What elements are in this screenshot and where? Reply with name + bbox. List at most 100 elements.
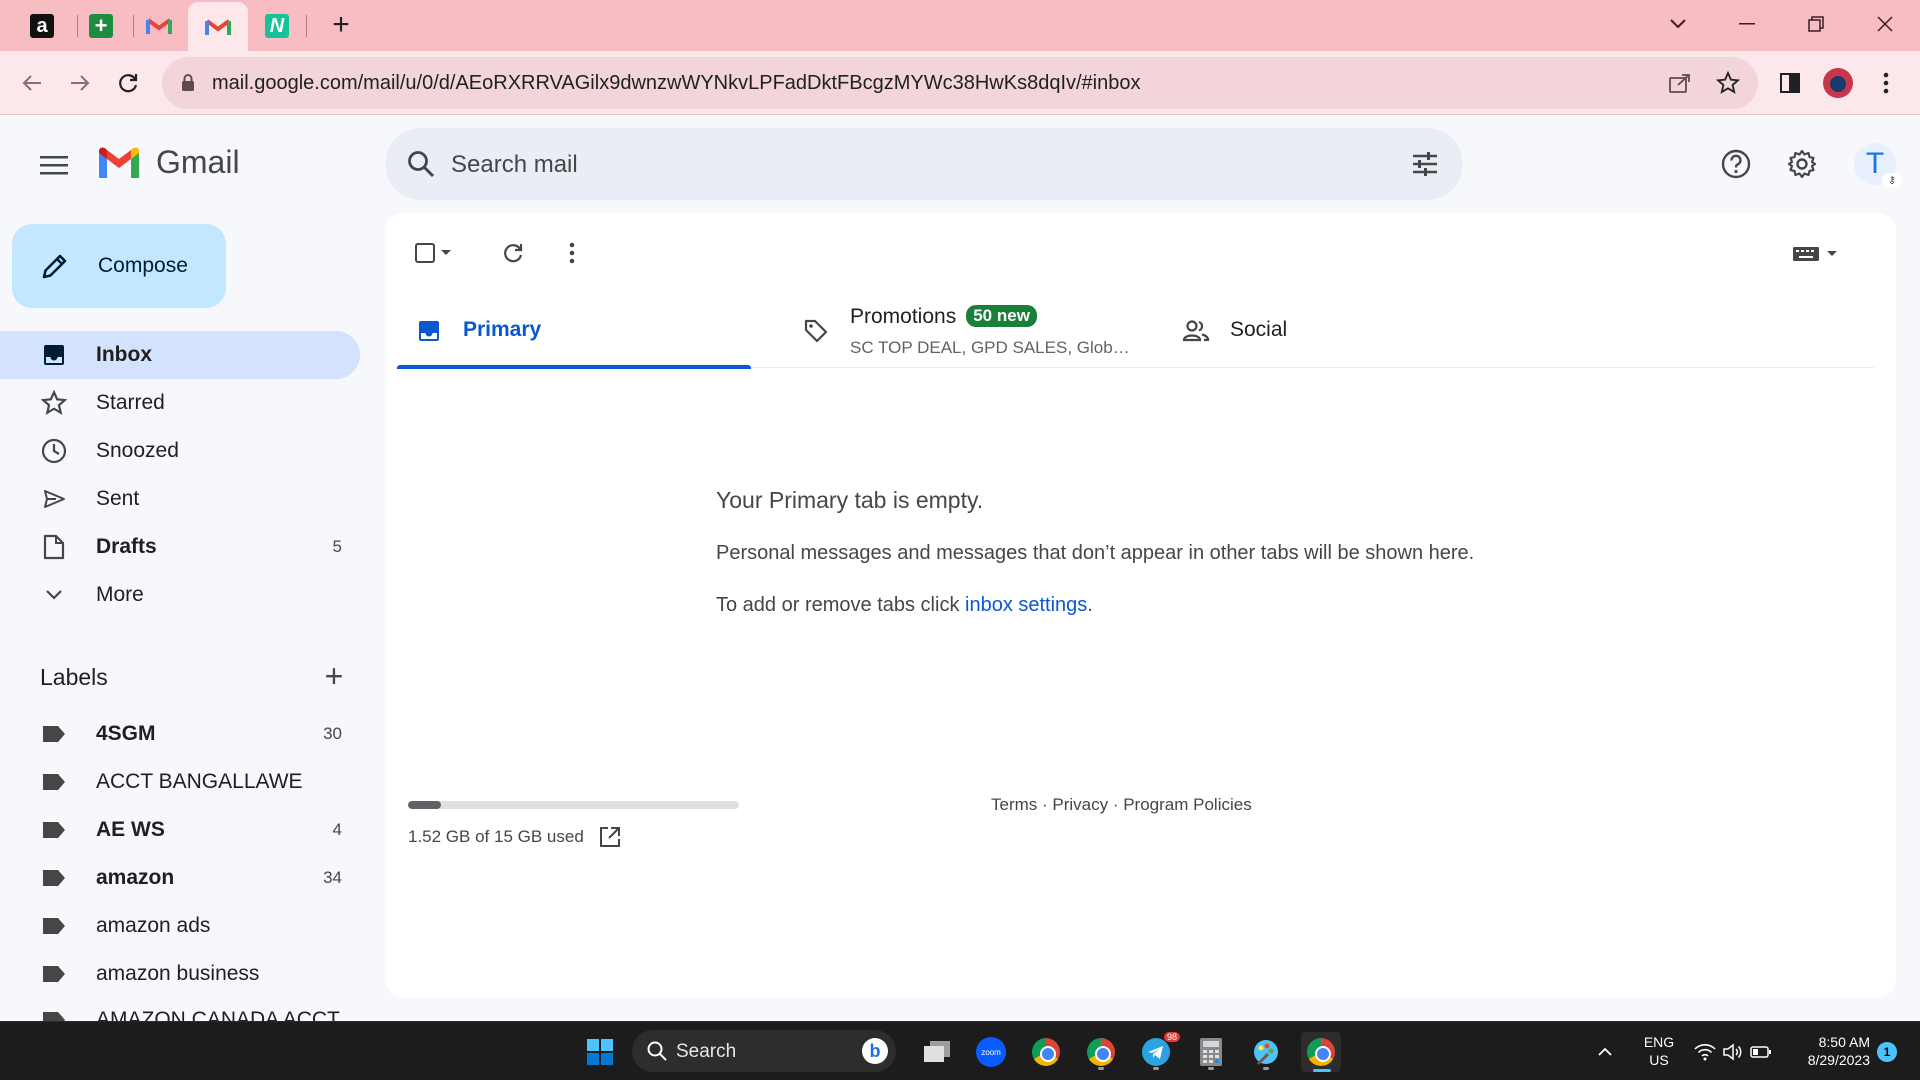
start-button[interactable]	[580, 1032, 620, 1072]
sidebar-item-sent[interactable]: Sent	[0, 475, 360, 523]
select-dropdown[interactable]	[433, 233, 459, 273]
side-panel-button[interactable]	[1772, 65, 1808, 101]
search-icon	[647, 1041, 667, 1061]
sidebar-item-drafts[interactable]: Drafts 5	[0, 523, 360, 571]
taskbar-telegram[interactable]: 98	[1136, 1032, 1180, 1072]
reload-button[interactable]	[110, 65, 146, 101]
browser-tab-grammarly[interactable]: N	[249, 4, 305, 48]
url-text: mail.google.com/mail/u/0/d/AEoRXRRVAGilx…	[212, 72, 1141, 94]
profile-button[interactable]	[1820, 65, 1856, 101]
notification-center-button[interactable]: 1	[1872, 1032, 1902, 1072]
clock[interactable]: 8:50 AM 8/29/2023	[1790, 1033, 1870, 1069]
sidebar-label-amazon-business[interactable]: amazon business	[0, 950, 360, 998]
gmail-logo[interactable]: Gmail	[96, 144, 240, 181]
help-icon	[1721, 149, 1751, 179]
storage-usage-text: 1.52 GB of 15 GB used	[408, 827, 584, 846]
sidebar-item-label: More	[96, 583, 144, 606]
tab-search-button[interactable]	[1656, 6, 1700, 42]
label-icon	[40, 816, 68, 844]
taskbar-paint[interactable]	[1246, 1032, 1286, 1072]
bookmark-button[interactable]	[1714, 69, 1742, 97]
more-vert-icon	[569, 242, 575, 264]
system-tray-status[interactable]	[1688, 1032, 1778, 1072]
sidebar-item-starred[interactable]: Starred	[0, 379, 360, 427]
taskbar-search[interactable]: Search b	[632, 1030, 896, 1072]
sidebar-item-label: amazon business	[96, 962, 260, 985]
sidebar-label-4sgm[interactable]: 4SGM 30	[0, 710, 360, 758]
close-window-button[interactable]	[1863, 6, 1907, 42]
taskbar-calculator[interactable]	[1191, 1032, 1231, 1072]
browser-tab-sheets[interactable]: +	[73, 4, 129, 48]
arrow-left-icon	[22, 75, 41, 91]
browser-menu-button[interactable]	[1868, 65, 1904, 101]
taskbar-chrome-profile[interactable]	[1081, 1032, 1121, 1072]
support-button[interactable]	[1712, 140, 1760, 188]
new-tab-button[interactable]: +	[325, 10, 357, 42]
taskbar-task-view[interactable]	[917, 1032, 957, 1072]
browser-tab-amazon[interactable]: a	[14, 4, 70, 48]
sidebar-label-amazon-ads[interactable]: amazon ads	[0, 902, 360, 950]
tab-promotions[interactable]: Promotions 50 new SC TOP DEAL, GPD SALES,…	[784, 293, 1144, 368]
taskbar-zoom[interactable]: zoom	[971, 1032, 1011, 1072]
clock-date: 8/29/2023	[1807, 1052, 1870, 1068]
sidebar-label-ae-ws[interactable]: AE WS 4	[0, 806, 360, 854]
input-tools-button[interactable]	[1785, 233, 1845, 273]
empty-title: Your Primary tab is empty.	[716, 487, 984, 513]
telegram-app-icon: 98	[1142, 1032, 1180, 1066]
tab-label: Primary	[463, 318, 542, 341]
main-menu-button[interactable]	[34, 145, 74, 185]
inbox-settings-link[interactable]: inbox settings	[965, 594, 1087, 616]
sidebar-item-label: Snoozed	[96, 439, 179, 462]
search-options-icon[interactable]	[1409, 148, 1441, 180]
tab-social[interactable]: Social	[1164, 293, 1524, 368]
tab-primary[interactable]: Primary	[397, 293, 751, 369]
compose-button[interactable]: Compose	[12, 224, 226, 308]
grammarly-favicon-icon: N	[265, 14, 289, 38]
empty-state: Your Primary tab is empty. Personal mess…	[716, 487, 1474, 616]
more-actions-button[interactable]	[552, 233, 592, 273]
sidebar-label-amazon[interactable]: amazon 34	[0, 854, 360, 902]
reload-icon	[119, 74, 138, 93]
footer-links[interactable]: Terms · Privacy · Program Policies	[991, 795, 1252, 815]
sidebar-label-acct-bangallawe[interactable]: ACCT BANGALLAWE	[0, 758, 360, 806]
settings-button[interactable]	[1778, 140, 1826, 188]
empty-hint-suffix: .	[1087, 594, 1093, 616]
calculator-icon	[1200, 1038, 1222, 1066]
running-indicator	[1208, 1067, 1214, 1070]
sidebar-item-snoozed[interactable]: Snoozed	[0, 427, 360, 475]
sidebar-item-more[interactable]: More	[0, 571, 360, 619]
task-view-icon	[924, 1041, 950, 1062]
show-hidden-icons-button[interactable]	[1590, 1032, 1620, 1072]
language-indicator[interactable]: ENG US	[1640, 1033, 1678, 1069]
share-page-button[interactable]	[1666, 69, 1694, 97]
refresh-button[interactable]	[493, 233, 533, 273]
sidebar-label-amazon-canada-acct[interactable]: AMAZON CANADA ACCT	[0, 998, 360, 1021]
minimize-button[interactable]	[1725, 6, 1769, 42]
address-bar[interactable]: mail.google.com/mail/u/0/d/AEoRXRRVAGilx…	[162, 57, 1758, 109]
unread-count: 5	[332, 537, 342, 556]
windows-taskbar: Search b zoom 98 ENG US 8:50 AM 8/29/202…	[0, 1021, 1920, 1080]
clock-time: 8:50 AM	[1818, 1034, 1870, 1050]
account-button[interactable]: T ⚷	[1851, 140, 1902, 188]
star-icon	[40, 389, 68, 417]
restore-button[interactable]	[1794, 6, 1838, 42]
chevron-down-icon	[1670, 19, 1686, 29]
open-in-new-icon[interactable]	[598, 825, 622, 849]
search-bar[interactable]: Search mail	[385, 128, 1463, 200]
taskbar-chrome-active[interactable]	[1301, 1032, 1341, 1072]
minimize-icon	[1739, 23, 1755, 25]
create-label-button[interactable]: +	[318, 660, 350, 694]
search-input[interactable]: Search mail	[451, 151, 578, 179]
sidebar-item-label: Inbox	[96, 343, 152, 366]
chrome-app-icon	[1032, 1038, 1060, 1066]
browser-tab-gmail-active[interactable]	[188, 2, 248, 51]
browser-tab-gmail[interactable]	[131, 4, 187, 48]
bing-icon[interactable]: b	[862, 1038, 888, 1064]
search-icon[interactable]	[405, 148, 437, 180]
back-button[interactable]	[14, 65, 50, 101]
forward-button[interactable]	[62, 65, 98, 101]
sidebar-item-inbox[interactable]: Inbox	[0, 331, 360, 379]
taskbar-chrome[interactable]	[1026, 1032, 1066, 1072]
browser-tab-strip: a + N +	[0, 0, 1920, 51]
refresh-icon	[504, 244, 523, 263]
